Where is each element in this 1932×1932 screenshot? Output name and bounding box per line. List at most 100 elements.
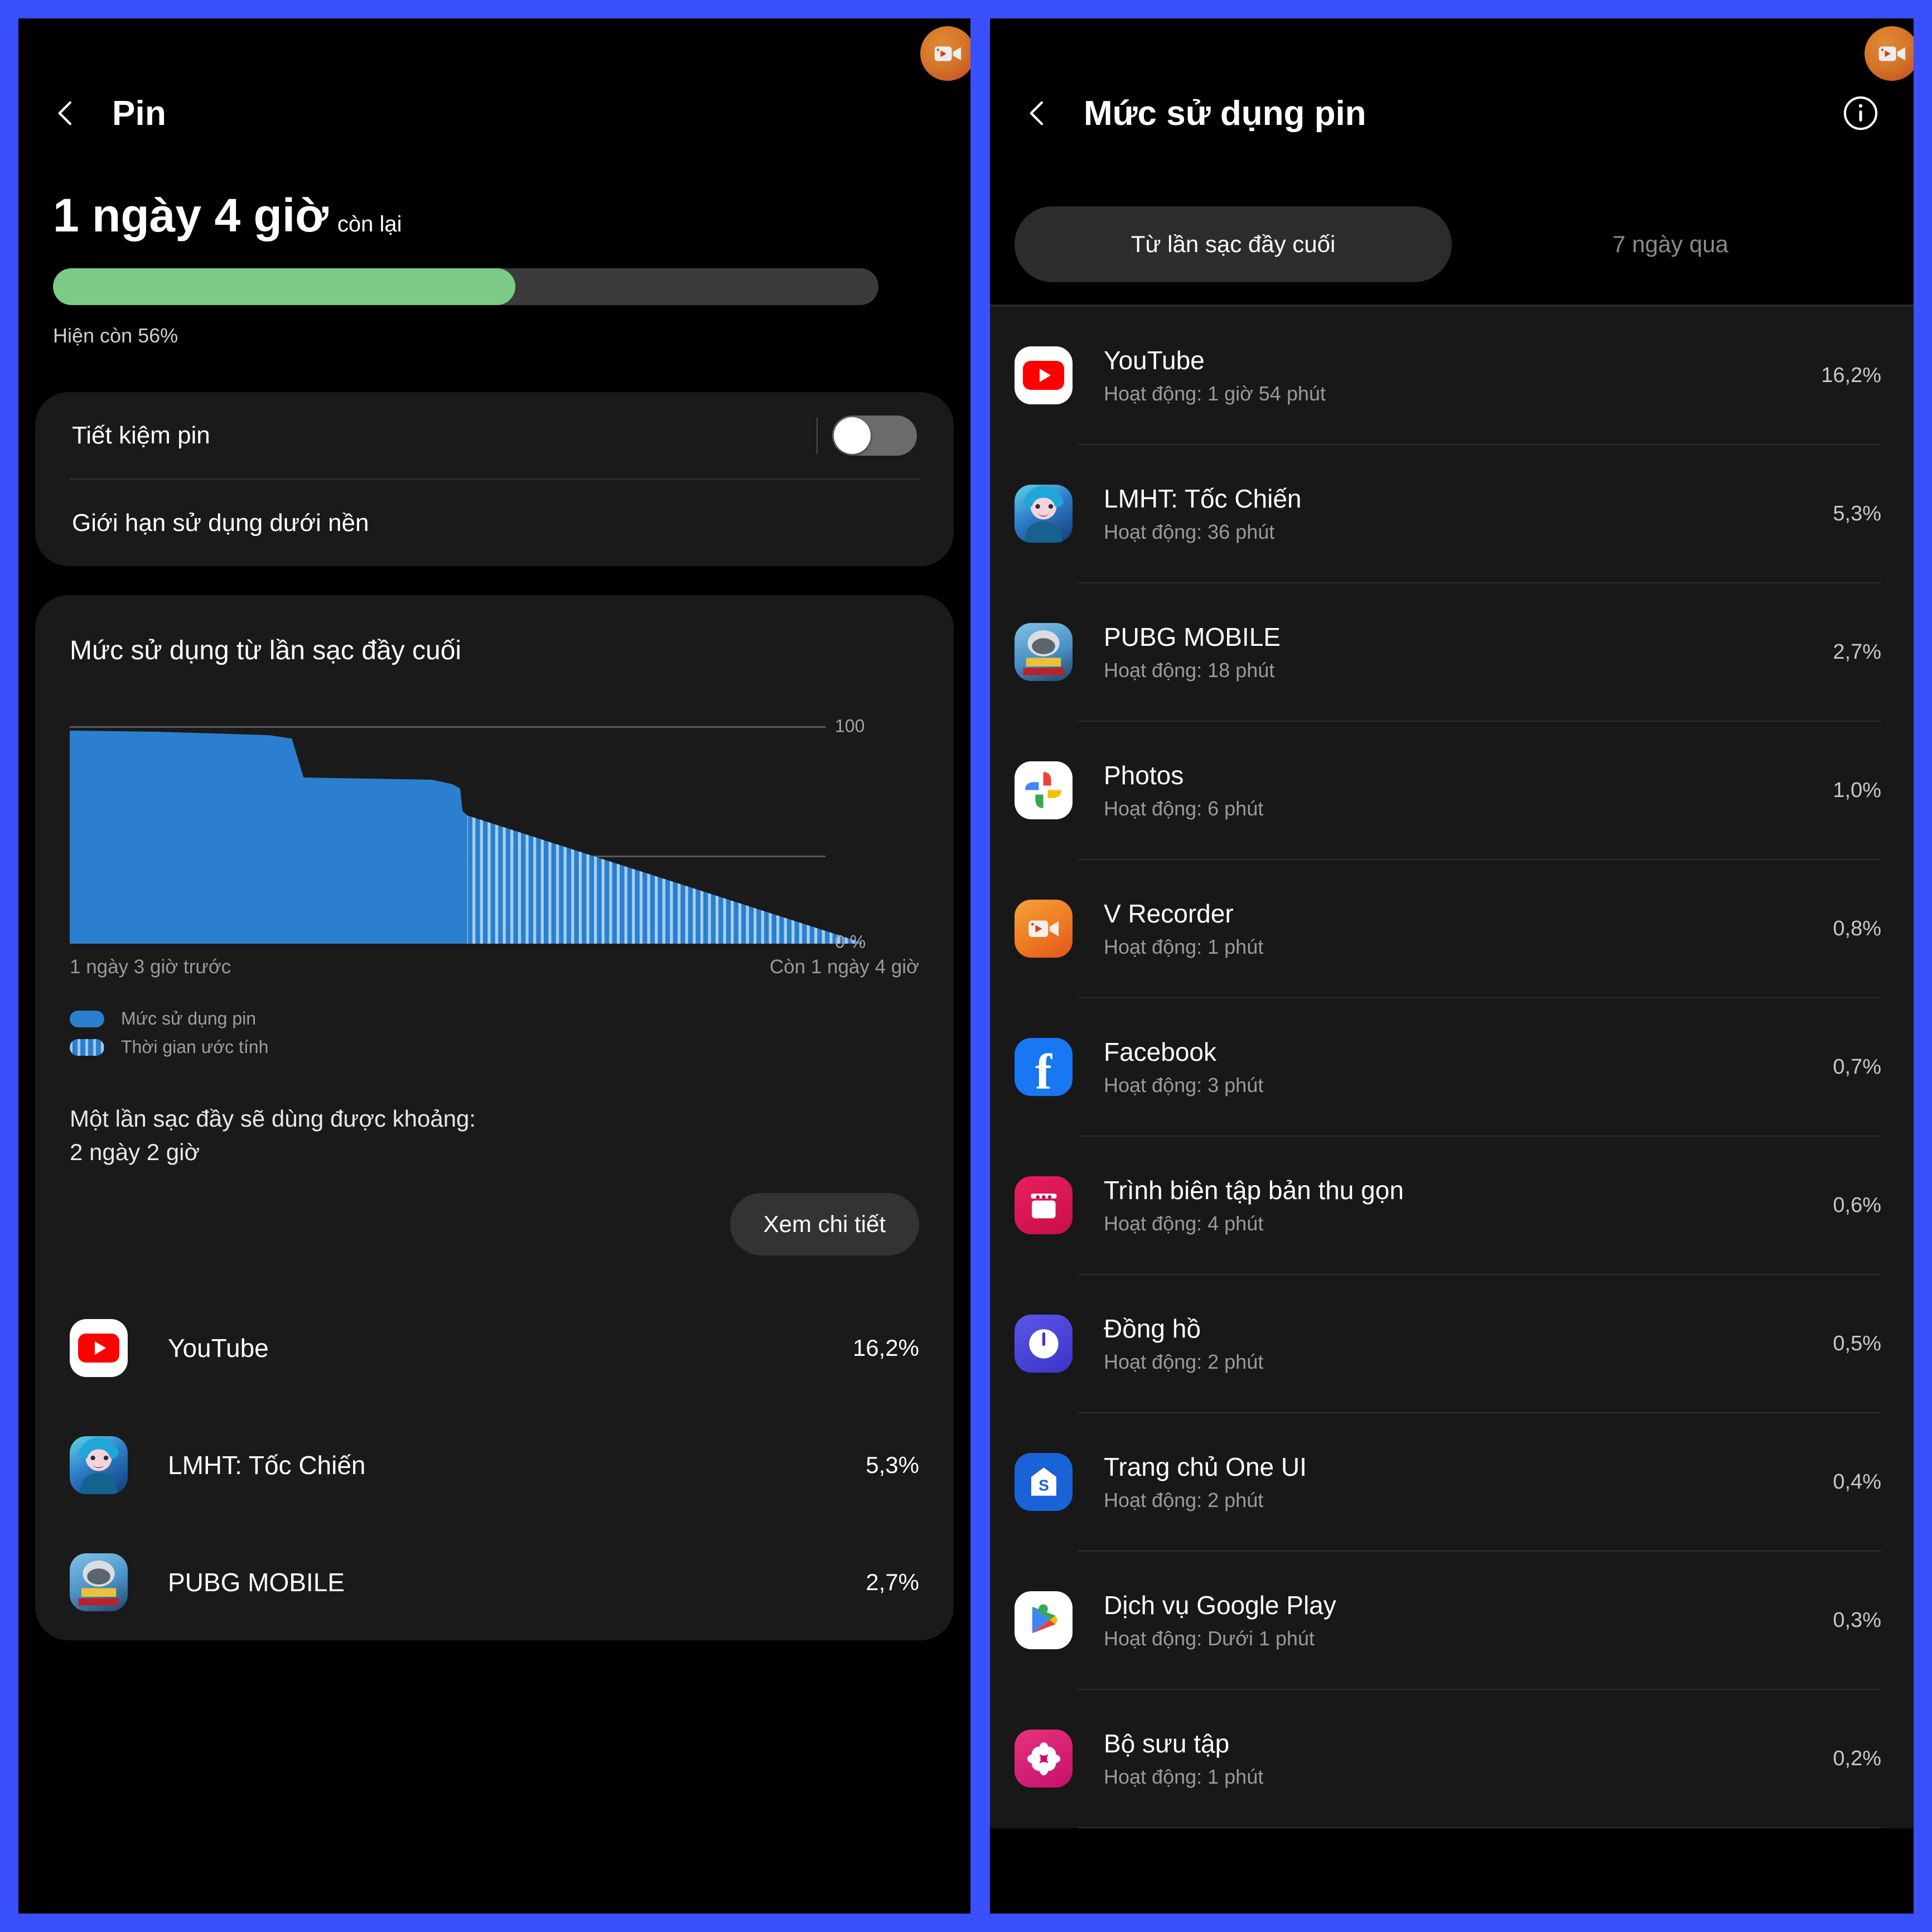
app-percent: 16,2% — [852, 1335, 919, 1361]
app-name: Trang chủ One UI — [1104, 1452, 1307, 1481]
legend-item-usage: Mức sử dụng pin — [70, 1008, 919, 1029]
app-activity-time: Hoạt động: 36 phút — [1104, 520, 1275, 543]
app-activity-time: Hoạt động: 1 phút — [1104, 935, 1264, 958]
legend-item-estimated: Thời gian ước tính — [70, 1037, 919, 1057]
chart-area-plot — [70, 731, 862, 944]
app-name: PUBG MOBILE — [168, 1568, 345, 1597]
table-row[interactable]: Dịch vụ Google Play Hoạt động: Dưới 1 phú… — [990, 1552, 1914, 1689]
app-activity-time: Hoạt động: 1 phút — [1104, 1765, 1264, 1788]
app-text-block: Facebook Hoạt động: 3 phút — [1104, 1037, 1833, 1097]
chart-x-axis: 1 ngày 3 giờ trước Còn 1 ngày 4 giờ — [35, 956, 954, 978]
estimated-area-path — [467, 815, 862, 944]
floating-recorder-bubble[interactable] — [920, 26, 970, 81]
chart-legend: Mức sử dụng pin Thời gian ước tính — [35, 978, 954, 1057]
table-row[interactable]: S Trang chủ One UI Hoạt động: 2 phút 0,4% — [990, 1413, 1914, 1551]
app-activity-time: Hoạt động: 2 phút — [1104, 1489, 1264, 1511]
battery-progress-fill — [53, 268, 515, 305]
google-play-services-icon — [1015, 1591, 1073, 1649]
app-percent: 0,7% — [1833, 1055, 1881, 1079]
battery-saver-label: Tiết kiệm pin — [72, 421, 210, 449]
v-recorder-icon — [1015, 900, 1073, 958]
left-top-bar: Pin — [18, 71, 970, 155]
view-details-button[interactable]: Xem chi tiết — [730, 1193, 919, 1256]
app-text-block: Trang chủ One UI Hoạt động: 2 phút — [1104, 1452, 1833, 1512]
app-activity-time: Hoạt động: 2 phút — [1104, 1350, 1264, 1373]
app-percent: 0,8% — [1833, 916, 1881, 940]
table-row[interactable]: Bộ sưu tập Hoạt động: 1 phút 0,2% — [990, 1690, 1914, 1827]
app-percent: 0,5% — [1833, 1331, 1881, 1355]
legend-swatch-striped-icon — [70, 1039, 104, 1056]
app-text-block: Dịch vụ Google Play Hoạt động: Dưới 1 phú… — [1104, 1590, 1833, 1650]
info-icon[interactable] — [1842, 95, 1879, 132]
app-activity-time: Hoạt động: 18 phút — [1104, 659, 1275, 682]
app-name: LMHT: Tốc Chiến — [168, 1451, 366, 1480]
video-recorder-icon — [1878, 46, 1905, 61]
battery-time-suffix: còn lại — [337, 212, 402, 236]
legend-label-usage: Mức sử dụng pin — [121, 1008, 257, 1028]
table-row[interactable]: YouTube Hoạt động: 1 giờ 54 phút 16,2% — [990, 307, 1914, 444]
estimate-label: Một lần sạc đầy sẽ dùng được khoảng: — [70, 1105, 476, 1132]
app-percent: 0,2% — [1833, 1746, 1881, 1770]
list-item[interactable]: LMHT: Tốc Chiến 5,3% — [70, 1407, 919, 1523]
axis-label-bottom: 0 % — [835, 931, 866, 952]
app-text-block: YouTube Hoạt động: 1 giờ 54 phút — [1104, 345, 1821, 405]
table-row[interactable]: V Recorder Hoạt động: 1 phút 0,8% — [990, 860, 1914, 997]
table-row[interactable]: Photos Hoạt động: 6 phút 1,0% — [990, 722, 1914, 859]
battery-usage-panel: Mức sử dụng pin Từ lần sạc đầy cuối 7 ngà… — [990, 18, 1914, 1914]
app-name: YouTube — [1104, 346, 1205, 375]
floating-recorder-bubble-right[interactable] — [1865, 26, 1914, 81]
app-name: Bộ sưu tập — [1104, 1729, 1230, 1758]
table-row[interactable]: Trình biên tập bản thu gọn Hoạt động: 4 p… — [990, 1137, 1914, 1274]
screenshot-stage: Pin 1 ngày 4 giờ còn lại Hiện còn 56% Ti… — [0, 0, 1932, 1932]
app-text-block: V Recorder Hoạt động: 1 phút — [1104, 899, 1833, 959]
app-name: Trình biên tập bản thu gọn — [1104, 1176, 1404, 1205]
back-chevron-icon[interactable] — [1022, 98, 1052, 128]
battery-usage-chart: 100 0 % — [35, 716, 954, 952]
app-name: Facebook — [1104, 1037, 1217, 1066]
battery-percent-label: Hiện còn 56% — [53, 324, 178, 347]
app-percent: 16,2% — [1821, 363, 1881, 387]
list-item[interactable]: PUBG MOBILE 2,7% — [70, 1524, 919, 1640]
battery-saver-toggle[interactable] — [832, 415, 917, 456]
app-name: Dịch vụ Google Play — [1104, 1591, 1336, 1620]
app-text-block: Trình biên tập bản thu gọn Hoạt động: 4 p… — [1104, 1175, 1833, 1235]
app-activity-time: Hoạt động: 6 phút — [1104, 797, 1264, 820]
photos-icon — [1015, 761, 1073, 819]
app-name: V Recorder — [1104, 899, 1234, 928]
app-text-block: Đồng hồ Hoạt động: 2 phút — [1104, 1313, 1833, 1374]
chart-x-start: 1 ngày 3 giờ trước — [70, 956, 231, 978]
detail-button-row: Xem chi tiết — [35, 1168, 954, 1256]
list-item[interactable]: YouTube 16,2% — [70, 1290, 919, 1406]
app-percent: 1,0% — [1833, 778, 1881, 802]
toggle-divider — [817, 417, 818, 454]
row-divider — [1078, 1827, 1881, 1828]
usage-area-path — [70, 731, 467, 944]
usage-since-charge-card: Mức sử dụng từ lần sạc đầy cuối 100 0 % … — [35, 595, 954, 1641]
right-top-bar: Mức sử dụng pin — [990, 71, 1914, 155]
background-limit-row[interactable]: Giới hạn sử dụng dưới nền — [35, 480, 954, 566]
battery-saver-row[interactable]: Tiết kiệm pin — [35, 392, 954, 479]
svg-text:S: S — [1039, 1476, 1049, 1494]
pubg-icon — [70, 1553, 128, 1612]
app-text-block: LMHT: Tốc Chiến Hoạt động: 36 phút — [1104, 484, 1833, 544]
back-chevron-icon[interactable] — [51, 98, 81, 128]
tab-last-7-days[interactable]: 7 ngày qua — [1452, 206, 1889, 282]
app-name: Photos — [1104, 761, 1184, 790]
app-percent: 0,6% — [1833, 1193, 1881, 1217]
clock-icon — [1015, 1315, 1073, 1373]
app-activity-time: Hoạt động: 1 giờ 54 phút — [1104, 382, 1326, 405]
table-row[interactable]: PUBG MOBILE Hoạt động: 18 phút 2,7% — [990, 583, 1914, 721]
app-percent: 0,4% — [1833, 1470, 1881, 1494]
lmht-icon — [70, 1436, 128, 1495]
toggle-knob — [834, 417, 871, 454]
battery-settings-card: Tiết kiệm pin Giới hạn sử dụng dưới nền — [35, 392, 954, 566]
youtube-icon — [1015, 346, 1073, 404]
battery-saver-toggle-wrap — [817, 415, 917, 456]
table-row[interactable]: f Facebook Hoạt động: 3 phút 0,7% — [990, 998, 1914, 1136]
table-row[interactable]: Đồng hồ Hoạt động: 2 phút 0,5% — [990, 1275, 1914, 1412]
app-percent: 5,3% — [1833, 501, 1881, 525]
table-row[interactable]: LMHT: Tốc Chiến Hoạt động: 36 phút 5,3% — [990, 445, 1914, 582]
app-activity-time: Hoạt động: 3 phút — [1104, 1074, 1264, 1097]
tab-since-last-charge[interactable]: Từ lần sạc đầy cuối — [1015, 206, 1452, 282]
usage-card-title: Mức sử dụng từ lần sạc đầy cuối — [70, 636, 462, 665]
